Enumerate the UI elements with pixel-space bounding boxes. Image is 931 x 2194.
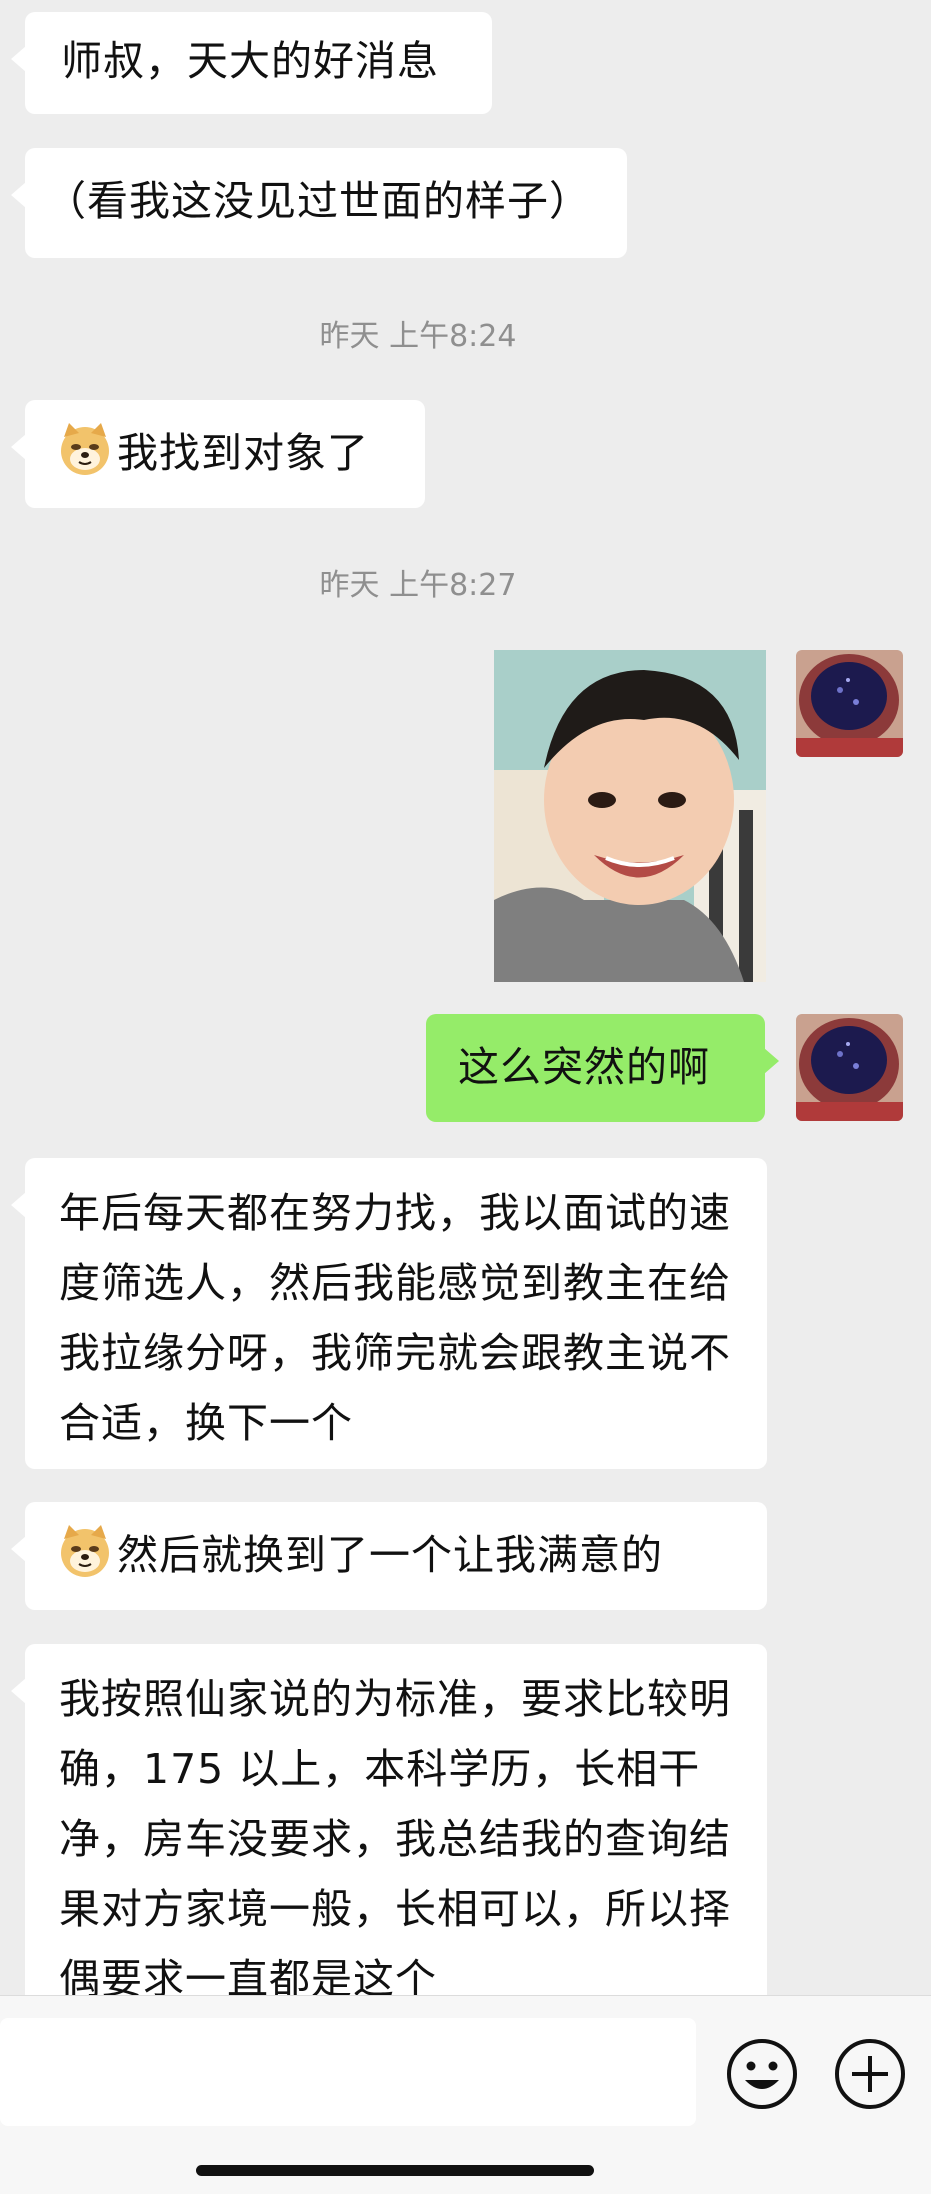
message-bubble[interactable]: 然后就换到了一个让我满意的 <box>11 1502 767 1610</box>
message-bubble[interactable]: 我找到对象了 <box>11 400 425 508</box>
chat-area[interactable]: 师叔，天大的好消息 （看我这没见过世面的样子） 昨天 上午8:24 我找到对象了… <box>0 0 931 1995</box>
doge-emoji-icon <box>61 1525 109 1577</box>
message-text: 我按照仙家说的为标准，要求比较明确，175 以上，本科学历，长相干净，房车没要求… <box>59 1675 731 1995</box>
message-text: 年后每天都在努力找，我以面试的速度筛选人，然后我能感觉到教主在给我拉缘分呀，我筛… <box>59 1189 731 1447</box>
message-bubble[interactable]: 这么突然的啊 <box>426 1014 779 1122</box>
message-bubble[interactable]: 师叔，天大的好消息 <box>11 12 492 114</box>
timestamp: 昨天 上午8:24 <box>319 319 517 354</box>
home-indicator[interactable] <box>196 2165 594 2176</box>
message-text: （看我这没见过世面的样子） <box>45 177 591 225</box>
message-text: 然后就换到了一个让我满意的 <box>117 1531 663 1579</box>
doge-emoji-icon <box>61 423 109 475</box>
user-avatar[interactable] <box>796 1014 903 1121</box>
message-text: 师叔，天大的好消息 <box>61 37 439 85</box>
input-bar <box>0 1995 931 2194</box>
message-bubble[interactable]: 我按照仙家说的为标准，要求比较明确，175 以上，本科学历，长相干净，房车没要求… <box>11 1644 767 1995</box>
plus-icon[interactable] <box>832 2036 908 2112</box>
timestamp: 昨天 上午8:27 <box>319 568 517 603</box>
geode-avatar <box>796 1014 903 1121</box>
geode-avatar <box>796 650 903 757</box>
message-text: 这么突然的啊 <box>458 1043 710 1091</box>
smiley-icon[interactable] <box>724 2036 800 2112</box>
photo-message[interactable] <box>494 650 766 982</box>
message-text: 我找到对象了 <box>117 429 369 477</box>
baby-photo <box>494 650 766 982</box>
message-bubble[interactable]: 年后每天都在努力找，我以面试的速度筛选人，然后我能感觉到教主在给我拉缘分呀，我筛… <box>11 1158 767 1469</box>
user-avatar[interactable] <box>796 650 903 757</box>
message-bubble[interactable]: （看我这没见过世面的样子） <box>11 148 627 258</box>
message-input[interactable] <box>0 2018 696 2126</box>
